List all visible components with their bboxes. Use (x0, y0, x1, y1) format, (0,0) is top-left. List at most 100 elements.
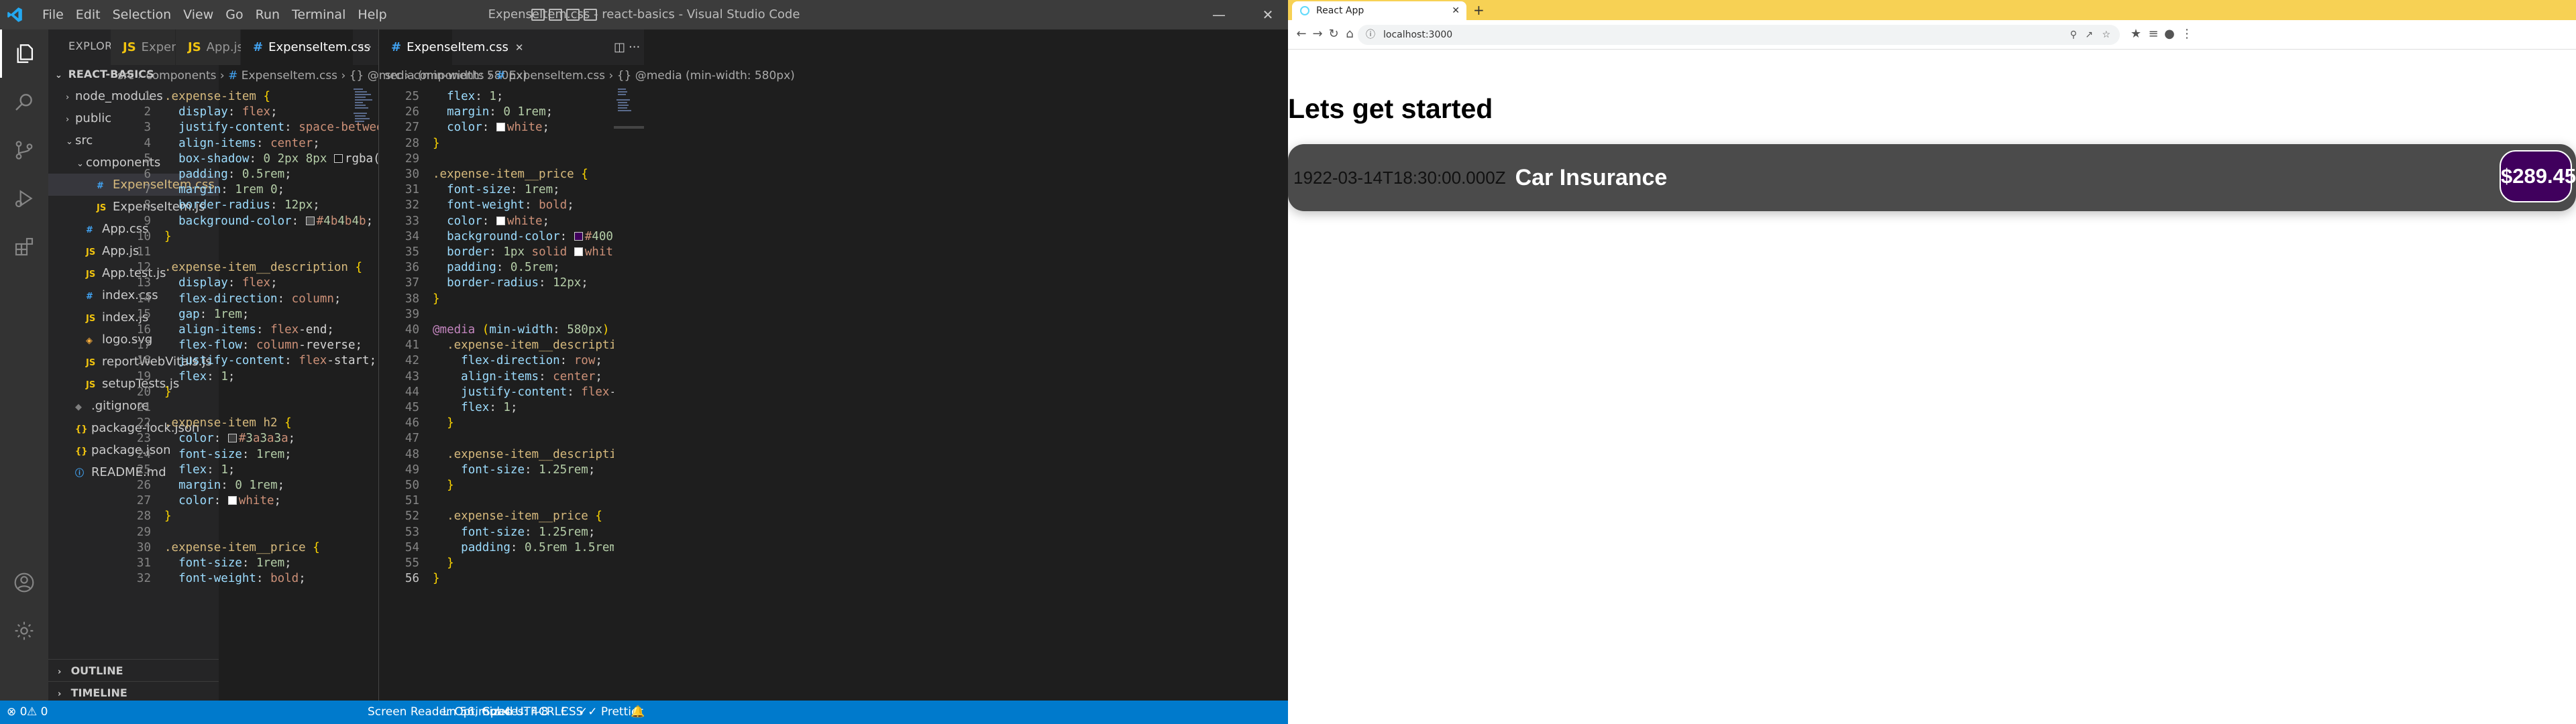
code-line[interactable]: flex-flow: column-reverse; (164, 339, 362, 352)
code-line[interactable]: border-radius: 12px; (164, 198, 320, 212)
browser-tab[interactable]: React App ✕ (1292, 1, 1466, 20)
share-icon[interactable]: ↗ (2085, 25, 2093, 45)
code-line[interactable]: display: flex; (164, 105, 278, 119)
code-line[interactable]: } (433, 137, 440, 150)
code-line[interactable]: } (433, 572, 440, 585)
code-line[interactable]: margin: 1rem 0; (164, 183, 284, 196)
menu-run[interactable]: Run (250, 0, 286, 29)
code-line[interactable]: .expense-item__description { (164, 261, 362, 274)
errors-count[interactable]: ⊗ 0 (7, 701, 27, 724)
accounts-icon[interactable] (0, 558, 48, 607)
menu-help[interactable]: Help (352, 0, 392, 29)
code-line[interactable]: margin: 0 1rem; (164, 479, 284, 492)
code-line[interactable]: align-items: flex-end; (164, 323, 334, 337)
code-line[interactable]: gap: 1rem; (164, 308, 249, 321)
explorer-icon[interactable] (0, 29, 48, 78)
code-line[interactable]: } (164, 385, 172, 399)
code-line[interactable]: margin: 0 1rem; (433, 105, 553, 119)
code-line[interactable]: .expense-item__description { (433, 339, 614, 352)
warnings-count[interactable]: ⚠ 0 (27, 701, 48, 724)
split-editor-icon[interactable]: ◫ (614, 29, 625, 65)
code-line[interactable]: flex: 1; (164, 463, 235, 477)
editor-split-divider[interactable] (378, 29, 379, 701)
editor-group-1-breadcrumb[interactable]: src › components › # ExpenseItem.css › {… (117, 65, 527, 87)
code-line[interactable]: @media (min-width: 580px) { (433, 323, 614, 337)
code-line[interactable]: flex: 1; (433, 401, 517, 414)
code-line[interactable]: font-size: 1.25rem; (433, 526, 595, 539)
editor-tab[interactable]: #ExpenseItem.css✕ (241, 29, 385, 65)
code-line[interactable]: flex: 1; (433, 90, 503, 103)
menu-selection[interactable]: Selection (107, 0, 178, 29)
editor-group-2[interactable]: 25 flex: 1; 26 margin: 0 1rem; 27 color: w… (379, 87, 614, 701)
menu-file[interactable]: File (36, 0, 70, 29)
toggle-panel-icon[interactable] (549, 9, 562, 21)
editor-group-1-minimap[interactable] (351, 87, 378, 701)
code-line[interactable]: } (433, 416, 454, 430)
code-line[interactable]: justify-content: flex-start; (433, 385, 614, 399)
menu-go[interactable]: Go (219, 0, 249, 29)
code-line[interactable]: color: #3a3a3a; (164, 432, 295, 445)
close-tab-icon[interactable]: ✕ (1452, 1, 1460, 20)
code-line[interactable]: .expense-item h2 { (164, 416, 292, 430)
breadcrumb-item[interactable]: ExpenseItem.css (509, 69, 605, 82)
close-window-icon[interactable]: ✕ (1248, 0, 1288, 29)
breadcrumb-item[interactable]: src (117, 69, 134, 82)
code-line[interactable]: background-color: #4b4b4b; (164, 215, 373, 228)
toggle-sidebar-icon[interactable] (531, 9, 545, 21)
code-line[interactable]: border: 1px solid white; (433, 245, 614, 259)
code-line[interactable]: .expense-item__price { (433, 509, 602, 523)
code-line[interactable]: font-weight: bold; (433, 198, 574, 212)
editor-tab[interactable]: #ExpenseItem.css✕ (379, 29, 523, 65)
home-icon[interactable]: ⌂ (1342, 27, 1358, 41)
extensions-icon[interactable] (0, 223, 48, 271)
zoom-icon[interactable]: ⚲ (2070, 25, 2077, 45)
code-line[interactable]: font-size: 1.25rem; (433, 463, 595, 477)
breadcrumb-item[interactable]: ExpenseItem.css (241, 69, 337, 82)
code-line[interactable]: .expense-item__price { (433, 168, 588, 181)
code-line[interactable]: align-items: center; (164, 137, 320, 150)
code-line[interactable]: flex-direction: column; (164, 292, 341, 306)
code-line[interactable]: padding: 0.5rem; (164, 168, 292, 181)
media-control-icon[interactable]: ≡ (2145, 27, 2161, 41)
code-line[interactable]: .expense-item { (164, 90, 270, 103)
notifications-bell-icon[interactable]: 🔔 (631, 701, 645, 724)
back-arrow-icon[interactable]: ← (1293, 27, 1309, 41)
editor-group-1[interactable]: 1 .expense-item {2 display: flex; 3 justif… (111, 87, 379, 701)
address-bar[interactable]: ⓘ localhost:3000 ⚲ ↗ ☆ (1358, 25, 2120, 45)
code-line[interactable]: color: white; (433, 215, 549, 228)
code-line[interactable]: color: white; (164, 494, 281, 507)
code-line[interactable]: .expense-item__price { (164, 541, 320, 554)
code-line[interactable]: background-color: #40005d; (433, 230, 614, 243)
code-line[interactable]: justify-content: space-between; (164, 121, 379, 134)
code-line[interactable]: padding: 0.5rem; (433, 261, 560, 274)
code-line[interactable]: font-weight: bold; (164, 572, 306, 585)
menu-edit[interactable]: Edit (70, 0, 107, 29)
editor-tab[interactable]: JS App.js (176, 29, 244, 65)
code-line[interactable]: } (433, 479, 454, 492)
code-line[interactable]: .expense-item__description h2 { (433, 448, 614, 461)
settings-gear-icon[interactable] (0, 607, 48, 655)
new-tab-button[interactable]: + (1473, 1, 1485, 19)
code-line[interactable]: font-size: 1rem; (433, 183, 560, 196)
editor-group-2-breadcrumb[interactable]: src › components › # ExpenseItem.css › {… (385, 65, 795, 87)
browser-menu-icon[interactable]: ⋮ (2179, 27, 2195, 41)
code-line[interactable]: font-size: 1rem; (164, 556, 292, 570)
code-line[interactable]: justify-content: flex-start; (164, 354, 376, 367)
toggle-secondary-sidebar-icon[interactable] (566, 9, 580, 21)
close-tab-icon[interactable]: ✕ (515, 42, 524, 54)
code-line[interactable]: } (433, 292, 440, 306)
site-info-icon[interactable]: ⓘ (1366, 25, 1375, 45)
source-control-icon[interactable] (0, 126, 48, 174)
code-line[interactable]: border-radius: 12px; (433, 276, 588, 290)
breadcrumb-item[interactable]: {} @media (min-width: 580px) (617, 69, 795, 82)
menu-terminal[interactable]: Terminal (286, 0, 352, 29)
run-debug-icon[interactable] (0, 174, 48, 223)
search-icon[interactable] (0, 78, 48, 126)
breadcrumb-item[interactable]: components (413, 69, 484, 82)
code-line[interactable]: flex: 1; (164, 370, 235, 383)
code-line[interactable]: display: flex; (164, 276, 278, 290)
minimize-icon[interactable]: — (1199, 0, 1239, 29)
bookmark-star-icon[interactable]: ☆ (2102, 25, 2110, 45)
code-line[interactable]: } (433, 556, 454, 570)
code-line[interactable]: padding: 0.5rem 1.5rem; (433, 541, 614, 554)
